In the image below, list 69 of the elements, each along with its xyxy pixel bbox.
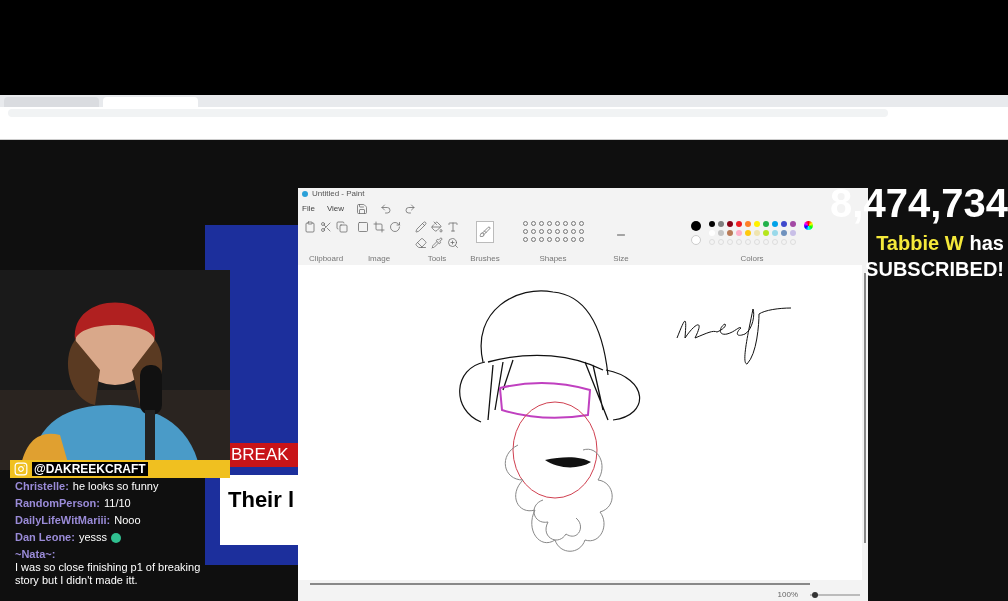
app-icon <box>302 191 308 197</box>
zoom-level: 100% <box>777 589 798 600</box>
edit-colors-icon[interactable] <box>804 221 813 230</box>
subscriber-name: Tabbie W <box>876 231 964 256</box>
cut-icon[interactable] <box>320 221 332 233</box>
emote-icon <box>111 532 122 543</box>
chat-username: DailyLifeWitMariii: <box>15 514 111 527</box>
fill-icon[interactable] <box>431 221 443 233</box>
color-swatch[interactable] <box>727 230 733 236</box>
paste-icon[interactable] <box>304 221 316 233</box>
color-swatch[interactable] <box>736 230 742 236</box>
group-label: Image <box>367 254 391 263</box>
save-icon[interactable] <box>356 202 369 215</box>
chat-username: Dan Leone: <box>15 531 75 544</box>
chat-username: Christelle: <box>15 480 69 493</box>
drawing-canvas[interactable] <box>298 265 862 580</box>
color-swatch[interactable] <box>790 230 796 236</box>
crop-icon[interactable] <box>373 221 385 233</box>
color-swatch[interactable] <box>754 230 760 236</box>
chat-message: 11/10 <box>103 497 131 510</box>
redo-icon[interactable] <box>404 202 417 215</box>
color-swatch[interactable] <box>790 221 796 227</box>
color-swatch[interactable] <box>745 221 751 227</box>
color-swatch[interactable] <box>736 221 742 227</box>
color-swatch[interactable] <box>772 230 778 236</box>
color-swatch[interactable] <box>718 221 724 227</box>
color-swatch[interactable] <box>718 230 724 236</box>
chat-username: RandomPerson: <box>15 497 100 510</box>
rotate-icon[interactable] <box>389 221 401 233</box>
headline-card: Their l <box>220 475 298 545</box>
color-swatch[interactable] <box>763 230 769 236</box>
zoom-icon[interactable] <box>447 237 459 249</box>
color-swatch[interactable] <box>745 230 751 236</box>
group-label: Clipboard <box>308 254 344 263</box>
chat-message: Nooo <box>114 514 141 527</box>
menu-item[interactable]: View <box>326 202 345 215</box>
chat-message: I was so close finishing p1 of breaking story but I didn't made itt. <box>15 561 202 587</box>
zoom-slider-thumb[interactable] <box>812 591 818 598</box>
group-label: Shapes <box>539 254 567 263</box>
color-swatch[interactable] <box>781 230 787 236</box>
copy-icon[interactable] <box>336 221 348 233</box>
menu-item[interactable]: File <box>302 202 315 215</box>
color-swatch[interactable] <box>727 221 733 227</box>
primary-color[interactable] <box>691 221 701 231</box>
alert-text: has <box>969 231 1004 256</box>
select-icon[interactable] <box>357 221 369 233</box>
secondary-color[interactable] <box>691 235 701 245</box>
handle: @DAKREEKCRAFT <box>32 462 148 476</box>
color-picker-icon[interactable] <box>431 237 443 249</box>
group-label: Tools <box>427 254 447 263</box>
brush-icon <box>479 224 491 240</box>
group-label: Size <box>613 254 629 263</box>
instagram-icon <box>14 462 28 476</box>
eraser-icon[interactable] <box>415 237 427 249</box>
group-label: Colors <box>740 254 764 263</box>
group-label: Brushes <box>470 254 500 263</box>
brush-button[interactable] <box>476 221 494 243</box>
color-swatch[interactable] <box>709 221 715 227</box>
chat-message: he looks so funny <box>72 480 159 493</box>
text-icon[interactable] <box>447 221 459 233</box>
chat-username: ~Nata~: <box>15 548 56 561</box>
color-swatch[interactable] <box>781 221 787 227</box>
chat-message: yesss <box>78 531 108 544</box>
pencil-icon[interactable] <box>415 221 427 233</box>
color-swatch[interactable] <box>763 221 769 227</box>
undo-icon[interactable] <box>380 202 393 215</box>
color-swatch[interactable] <box>754 221 760 227</box>
color-swatch[interactable] <box>772 221 778 227</box>
window-title: Untitled - Paint <box>312 189 365 199</box>
